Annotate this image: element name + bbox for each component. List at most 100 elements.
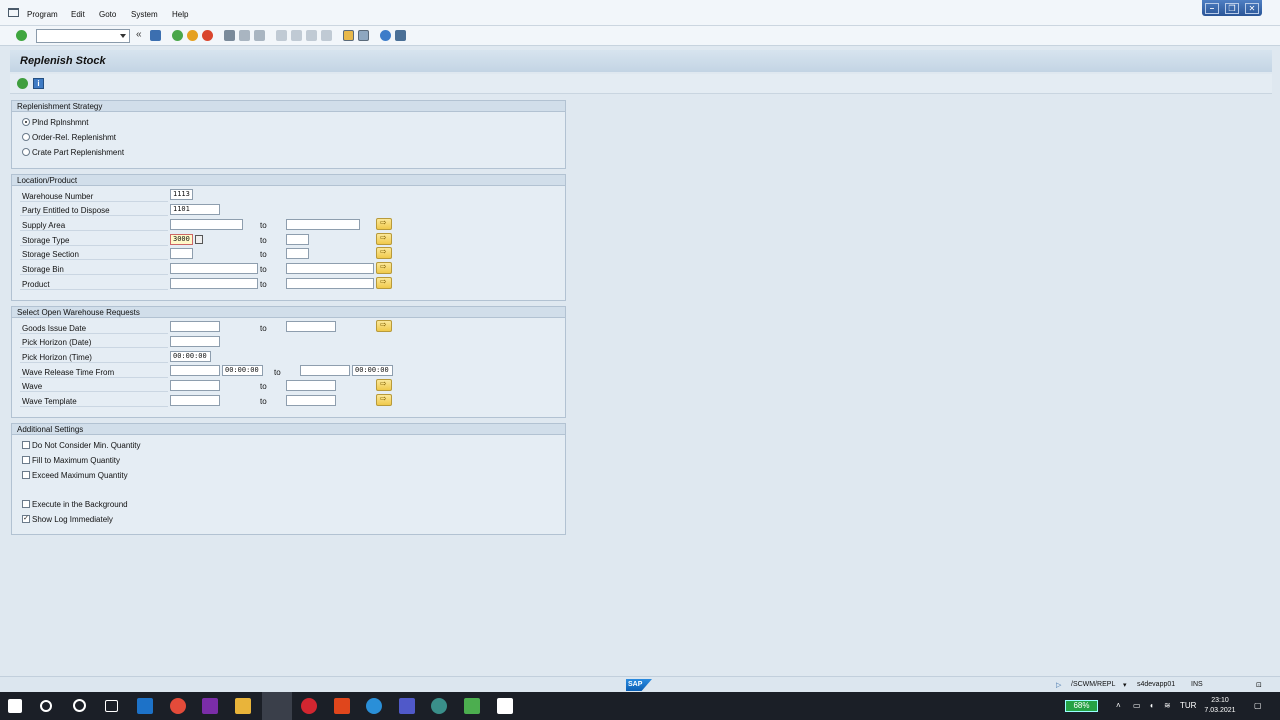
notifications-icon[interactable]: ▢ bbox=[1254, 701, 1262, 710]
help-icon[interactable] bbox=[380, 30, 391, 41]
party-entitled-input[interactable]: 1101 bbox=[170, 204, 220, 215]
wave-release-date-to-input[interactable] bbox=[300, 365, 350, 376]
menu-edit[interactable]: Edit bbox=[71, 10, 85, 19]
wave-release-time-from-input[interactable]: 00:00:00 bbox=[222, 365, 263, 376]
exit-icon[interactable] bbox=[187, 30, 198, 41]
find-next-icon[interactable] bbox=[254, 30, 265, 41]
volume-icon[interactable]: ◖ bbox=[1149, 701, 1154, 710]
checkbox-exceed-max-quantity[interactable] bbox=[22, 471, 30, 479]
wave-release-time-to-input[interactable]: 00:00:00 bbox=[352, 365, 393, 376]
clock[interactable]: 23:10 7.03.2021 bbox=[1200, 696, 1240, 716]
wave-template-from-input[interactable] bbox=[170, 395, 220, 406]
value-help-icon[interactable] bbox=[195, 235, 203, 244]
cortana-icon[interactable] bbox=[73, 699, 86, 712]
cancel-icon[interactable] bbox=[202, 30, 213, 41]
camtasia-icon[interactable] bbox=[464, 698, 480, 714]
product-to-input[interactable] bbox=[286, 278, 374, 289]
chevron-down-icon[interactable]: ▾ bbox=[1123, 681, 1127, 689]
print-icon[interactable] bbox=[224, 30, 235, 41]
chrome-icon[interactable] bbox=[170, 698, 186, 714]
pick-horizon-time-input[interactable]: 00:00:00 bbox=[170, 351, 211, 362]
menu-system[interactable]: System bbox=[131, 10, 158, 19]
wave-to-input[interactable] bbox=[286, 380, 336, 391]
shortcut-icon[interactable] bbox=[358, 30, 369, 41]
row-divider bbox=[20, 406, 168, 407]
multiple-selection-button[interactable] bbox=[376, 262, 392, 274]
back-icon[interactable] bbox=[172, 30, 183, 41]
product-from-input[interactable] bbox=[170, 278, 258, 289]
radio-crate-part-replenishment[interactable] bbox=[22, 148, 30, 156]
command-field[interactable] bbox=[36, 29, 130, 43]
multiple-selection-button[interactable] bbox=[376, 247, 392, 259]
play-icon[interactable]: ▷ bbox=[1056, 681, 1061, 689]
network-icon[interactable]: ▭ bbox=[1133, 701, 1141, 710]
group-header: Select Open Warehouse Requests bbox=[12, 307, 565, 318]
save-icon[interactable] bbox=[150, 30, 161, 41]
multiple-selection-button[interactable] bbox=[376, 218, 392, 230]
wave-release-date-from-input[interactable] bbox=[170, 365, 220, 376]
wifi-icon[interactable]: ≋ bbox=[1164, 701, 1171, 710]
menu-icon[interactable] bbox=[8, 8, 19, 17]
checkbox-show-log[interactable]: ✓ bbox=[22, 515, 30, 523]
sap-logon-icon[interactable] bbox=[431, 698, 447, 714]
pick-horizon-date-input[interactable] bbox=[170, 336, 220, 347]
checkbox-fill-max-quantity[interactable] bbox=[22, 456, 30, 464]
language-indicator[interactable]: TUR bbox=[1180, 701, 1196, 710]
search-icon[interactable] bbox=[40, 700, 52, 712]
storage-type-to-input[interactable] bbox=[286, 234, 309, 245]
opera-icon[interactable] bbox=[301, 698, 317, 714]
warehouse-number-input[interactable]: 1113 bbox=[170, 189, 193, 200]
storage-bin-to-input[interactable] bbox=[286, 263, 374, 274]
multiple-selection-button[interactable] bbox=[376, 320, 392, 332]
info-icon[interactable]: i bbox=[33, 78, 44, 89]
storage-type-from-input[interactable]: 3000 bbox=[170, 234, 193, 245]
first-page-icon[interactable] bbox=[276, 30, 287, 41]
storage-section-from-input[interactable] bbox=[170, 248, 193, 259]
checkbox-execute-background[interactable] bbox=[22, 500, 30, 508]
supply-area-to-input[interactable] bbox=[286, 219, 360, 230]
minimize-icon[interactable]: – bbox=[1205, 2, 1219, 14]
chevron-down-icon[interactable] bbox=[120, 34, 126, 38]
storage-bin-from-input[interactable] bbox=[170, 263, 258, 274]
multiple-selection-button[interactable] bbox=[376, 394, 392, 406]
menu-goto[interactable]: Goto bbox=[99, 10, 116, 19]
storage-section-to-input[interactable] bbox=[286, 248, 309, 259]
wave-from-input[interactable] bbox=[170, 380, 220, 391]
close-icon[interactable]: ✕ bbox=[1245, 2, 1259, 14]
goods-issue-date-to-input[interactable] bbox=[286, 321, 336, 332]
supply-area-from-input[interactable] bbox=[170, 219, 243, 230]
radio-planned-replenishment[interactable] bbox=[22, 118, 30, 126]
menu-help[interactable]: Help bbox=[172, 10, 188, 19]
multiple-selection-button[interactable] bbox=[376, 379, 392, 391]
back-arrows-icon[interactable]: « bbox=[136, 30, 147, 41]
edge-icon[interactable] bbox=[366, 698, 382, 714]
office-icon[interactable] bbox=[334, 698, 350, 714]
onenote-icon[interactable] bbox=[202, 698, 218, 714]
task-view-icon[interactable] bbox=[105, 700, 118, 712]
teams-icon[interactable] bbox=[399, 698, 415, 714]
new-session-icon[interactable] bbox=[343, 30, 354, 41]
prev-page-icon[interactable] bbox=[291, 30, 302, 41]
battery-indicator[interactable]: 68% bbox=[1065, 700, 1098, 712]
radio-order-related-replenishment[interactable] bbox=[22, 133, 30, 141]
enter-icon[interactable] bbox=[16, 30, 27, 41]
restore-icon[interactable]: ❐ bbox=[1225, 2, 1239, 14]
supply-area-label: Supply Area bbox=[22, 221, 66, 230]
last-page-icon[interactable] bbox=[321, 30, 332, 41]
multiple-selection-button[interactable] bbox=[376, 277, 392, 289]
multiple-selection-button[interactable] bbox=[376, 233, 392, 245]
goods-issue-date-from-input[interactable] bbox=[170, 321, 220, 332]
outlook-icon[interactable] bbox=[137, 698, 153, 714]
wave-template-to-input[interactable] bbox=[286, 395, 336, 406]
windows-start-icon[interactable] bbox=[8, 699, 22, 713]
execute-icon[interactable] bbox=[17, 78, 28, 89]
chevron-up-icon[interactable]: ˄ bbox=[1116, 701, 1121, 710]
sap-gui-taskbar-button[interactable] bbox=[262, 692, 292, 720]
file-explorer-icon[interactable] bbox=[235, 698, 251, 714]
customize-icon[interactable] bbox=[395, 30, 406, 41]
app-icon[interactable] bbox=[497, 698, 513, 714]
menu-program[interactable]: Program bbox=[27, 10, 58, 19]
next-page-icon[interactable] bbox=[306, 30, 317, 41]
checkbox-min-quantity[interactable] bbox=[22, 441, 30, 449]
find-icon[interactable] bbox=[239, 30, 250, 41]
